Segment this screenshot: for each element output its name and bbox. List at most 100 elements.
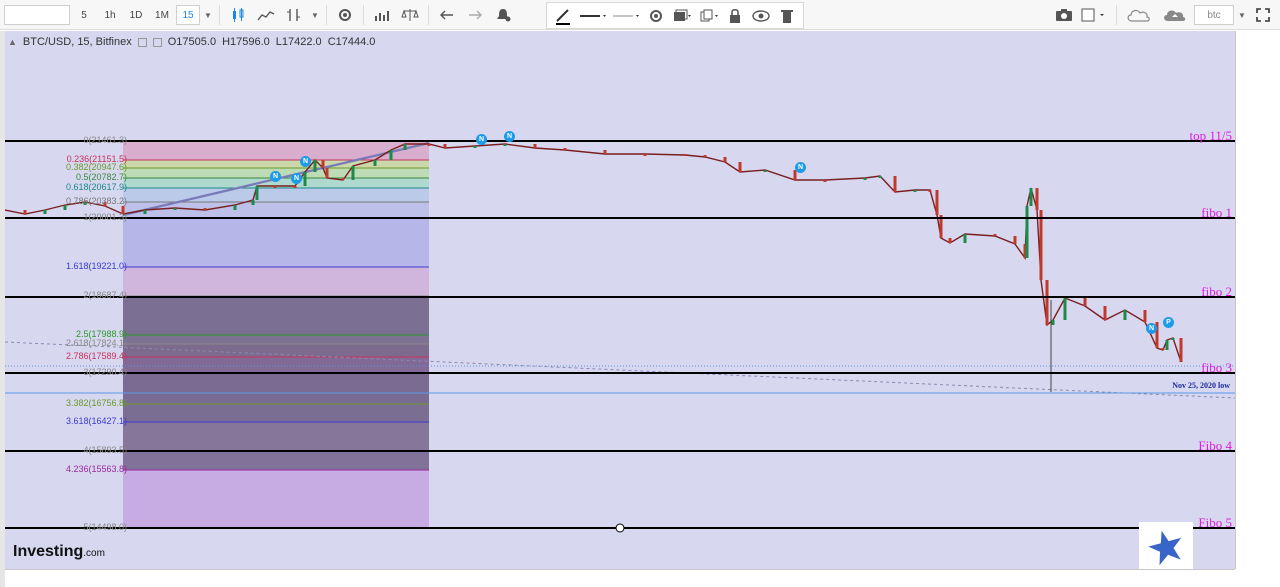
candle (203, 208, 207, 210)
candle (763, 170, 767, 172)
toolbar-divider (219, 5, 220, 25)
candle (563, 148, 567, 150)
brush-icon[interactable] (551, 6, 575, 26)
candle (723, 157, 727, 162)
alert-icon[interactable] (490, 5, 516, 25)
candle (173, 208, 177, 210)
lock-icon[interactable] (723, 6, 747, 26)
candle (1179, 338, 1183, 362)
candle (1171, 338, 1175, 340)
chart-area[interactable] (5, 31, 1235, 569)
candle (1063, 298, 1067, 320)
legend-close: C17444.0 (327, 36, 376, 48)
candle (993, 234, 997, 236)
search-dropdown-icon[interactable]: ▼ (1236, 11, 1248, 20)
fullscreen-icon[interactable] (1250, 5, 1276, 25)
search-input[interactable]: btc (1194, 5, 1234, 25)
star-icon (1148, 530, 1182, 566)
candle (273, 186, 277, 188)
candle (1123, 310, 1127, 320)
candle (341, 178, 345, 180)
legend-open: O17505.0 (167, 36, 217, 48)
candle (1165, 340, 1169, 350)
interval-1h[interactable]: 1h (98, 5, 122, 25)
clone-icon[interactable] (696, 6, 720, 26)
candles-icon[interactable] (225, 5, 251, 25)
candle (1143, 310, 1147, 322)
visibility-icon[interactable] (137, 37, 147, 47)
candle (643, 154, 647, 156)
redo-icon[interactable] (462, 5, 488, 25)
toolbar-divider (1116, 5, 1117, 25)
area-chart-icon[interactable] (253, 5, 279, 25)
settings-mini-icon[interactable] (152, 37, 162, 47)
candle (863, 178, 867, 180)
interval-1m[interactable]: 1M (150, 5, 174, 25)
camera-icon[interactable] (1051, 5, 1077, 25)
settings-icon[interactable] (332, 5, 358, 25)
fib-level-label: 1(20001.3) (83, 212, 127, 222)
candle (1025, 206, 1029, 258)
price-chart[interactable] (5, 31, 1235, 569)
indicator-icon[interactable] (281, 5, 307, 25)
candle (1039, 210, 1043, 280)
fill-icon[interactable] (670, 6, 694, 26)
level-label: fibo 2 (1201, 284, 1232, 299)
top-toolbar: 5 1h 1D 1M 15 ▼ ▼ btc ▼ (0, 0, 1280, 30)
time-axis[interactable] (5, 569, 1235, 587)
price-axis[interactable] (1235, 31, 1280, 569)
collapse-icon[interactable]: ▲ (8, 37, 17, 47)
cloud-load-icon[interactable] (1158, 5, 1192, 25)
fib-level-label: 2(18687.4) (83, 290, 127, 300)
cloud-save-icon[interactable] (1122, 5, 1156, 25)
symbol-input[interactable] (4, 5, 70, 25)
fib-zone (123, 470, 429, 528)
trash-icon[interactable] (775, 6, 799, 26)
candle (389, 150, 393, 160)
fib-level-label: 0.786(20383.2) (65, 196, 127, 206)
interval-dropdown-icon[interactable]: ▼ (202, 11, 214, 20)
level-label: top 11/5 (1189, 128, 1233, 143)
legend-high: H17596.0 (222, 36, 270, 48)
candle (823, 180, 827, 182)
level-label: Fibo 5 (1198, 515, 1232, 530)
undo-icon[interactable] (434, 5, 460, 25)
toolbar-divider (326, 5, 327, 25)
event-marker[interactable]: N (476, 134, 487, 145)
fib-level-label: 0.618(20617.9) (65, 182, 127, 192)
candle (1161, 348, 1165, 350)
candle (325, 168, 329, 178)
candle (43, 210, 47, 214)
settings-icon[interactable] (644, 6, 668, 26)
fib-level-label: 4(15893.5) (83, 445, 127, 455)
candle (738, 162, 742, 172)
event-marker[interactable]: P (1163, 317, 1174, 328)
toolbar-divider (428, 5, 429, 25)
event-marker[interactable]: N (270, 171, 281, 182)
event-marker[interactable]: N (300, 156, 311, 167)
drawing-toolbar (546, 2, 804, 29)
eye-icon[interactable] (749, 6, 773, 26)
drag-handle (615, 523, 625, 533)
event-marker[interactable]: N (795, 162, 806, 173)
interval-15-selected[interactable]: 15 (176, 5, 200, 25)
fib-level-label: 0.5(20782.7) (75, 172, 127, 182)
event-marker[interactable]: N (291, 173, 302, 184)
candle (1035, 188, 1039, 210)
candle (473, 146, 477, 148)
layout-icon[interactable] (1079, 5, 1111, 25)
indicator-dropdown-icon[interactable]: ▼ (309, 11, 321, 20)
fib-zone (123, 188, 429, 202)
compare-icon[interactable] (397, 5, 423, 25)
event-marker[interactable]: N (504, 131, 515, 142)
fib-level-label: 4.236(15563.8) (65, 464, 127, 474)
candle (255, 186, 259, 200)
event-marker[interactable]: N (1146, 323, 1157, 334)
interval-1d[interactable]: 1D (124, 5, 148, 25)
interval-5[interactable]: 5 (72, 5, 96, 25)
line-width-icon[interactable] (611, 6, 643, 26)
line-style-icon[interactable] (577, 6, 609, 26)
study-icon[interactable] (369, 5, 395, 25)
toolbar-right-group: btc ▼ (1051, 4, 1276, 26)
candle (1013, 236, 1017, 244)
